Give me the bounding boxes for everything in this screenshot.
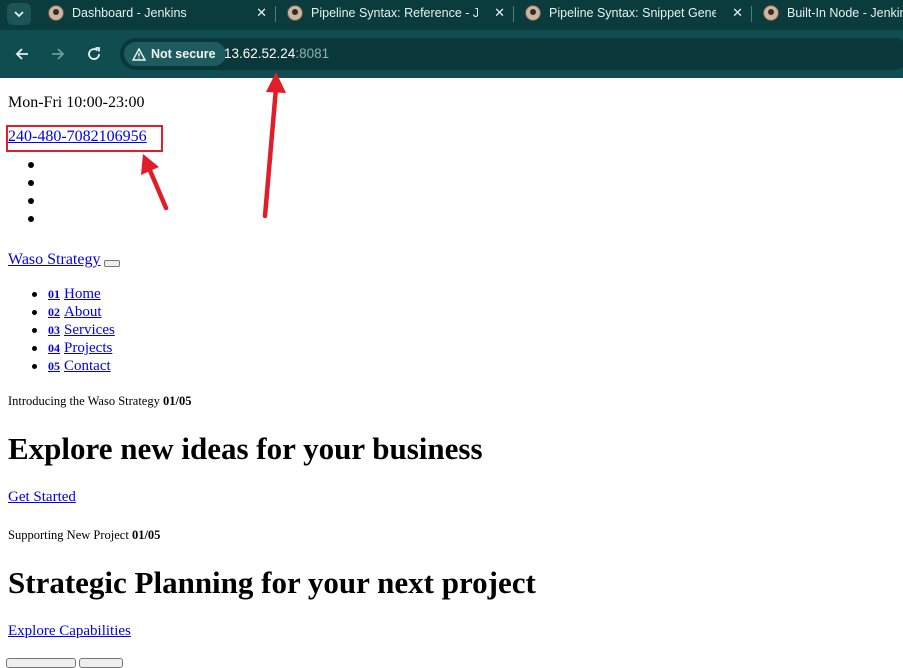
brand-row: Waso Strategy	[8, 251, 121, 269]
url-text[interactable]: 13.62.52.24:8081	[224, 46, 329, 61]
tab-title: Pipeline Syntax: Snippet Generator	[549, 6, 716, 20]
tab-separator	[513, 6, 514, 22]
jenkins-favicon-icon	[48, 5, 64, 21]
tab-built-in-node[interactable]: Built-In Node - Jenkins	[763, 0, 903, 26]
nav-item-home: 01 Home	[28, 285, 115, 303]
list-bullet	[28, 198, 34, 204]
business-hours: Mon-Fri 10:00-23:00	[8, 94, 145, 111]
warning-triangle-icon	[132, 47, 146, 61]
nav-label: Contact	[64, 358, 111, 374]
slide-kicker: Introducing the Waso Strategy 01/05	[8, 394, 191, 409]
slide-counter: 01/05	[131, 528, 161, 542]
close-icon[interactable]: ✕	[732, 5, 743, 21]
chevron-down-icon	[14, 11, 24, 18]
tab-separator	[275, 6, 276, 22]
tab-title: Built-In Node - Jenkins	[787, 6, 903, 20]
nav-number: 05	[48, 359, 60, 373]
nav-number: 01	[48, 287, 60, 301]
tab-search-menu[interactable]	[7, 3, 31, 25]
annotation-box	[6, 125, 163, 152]
slide-kicker-text: Supporting New Project	[8, 528, 129, 542]
tab-title: Pipeline Syntax: Reference - Jenkins	[311, 6, 478, 20]
annotation-arrow-phone	[141, 154, 169, 211]
list-bullet	[28, 216, 34, 222]
main-nav: 01 Home 02 About 03 Services 04 Projects 05 C…	[28, 285, 115, 375]
url-host: 13.62.52.24	[224, 46, 296, 61]
back-button[interactable]	[10, 42, 34, 66]
slide-heading: Explore new ideas for your business	[8, 431, 483, 466]
list-bullet	[28, 162, 34, 168]
jenkins-favicon-icon	[763, 5, 779, 21]
nav-item-contact: 05 Contact	[28, 357, 115, 375]
slide-counter: 01/05	[162, 394, 192, 408]
nav-link-home[interactable]: 01 Home	[48, 286, 101, 302]
annotation-arrow-url	[262, 72, 286, 219]
get-started-link[interactable]: Get Started	[8, 489, 76, 506]
tab-title: Dashboard - Jenkins	[72, 6, 187, 20]
nav-item-about: 02 About	[28, 303, 115, 321]
nav-item-services: 03 Services	[28, 321, 115, 339]
social-links-list	[28, 162, 34, 234]
brand-link[interactable]: Waso Strategy	[8, 251, 100, 269]
close-icon[interactable]: ✕	[494, 5, 505, 21]
nav-number: 03	[48, 323, 60, 337]
nav-link-projects[interactable]: 04 Projects	[48, 340, 112, 356]
nav-link-services[interactable]: 03 Services	[48, 322, 115, 338]
nav-label: Home	[64, 286, 101, 302]
address-bar[interactable]: Not secure 13.62.52.24:8081	[120, 38, 903, 70]
menu-toggle-button[interactable]	[104, 259, 121, 267]
tab-strip: Dashboard - Jenkins ✕ Pipeline Syntax: R…	[0, 0, 903, 30]
jenkins-favicon-icon	[287, 5, 303, 21]
nav-label: Projects	[64, 340, 113, 356]
slider-next-button[interactable]	[79, 658, 123, 668]
security-label: Not secure	[151, 47, 216, 61]
reload-icon	[88, 47, 100, 60]
close-icon[interactable]: ✕	[256, 5, 267, 21]
explore-capabilities-link[interactable]: Explore Capabilities	[8, 623, 131, 640]
tab-separator	[751, 6, 752, 22]
browser-toolbar: Not secure 13.62.52.24:8081	[0, 30, 903, 78]
nav-link-about[interactable]: 02 About	[48, 304, 102, 320]
nav-label: About	[64, 304, 102, 320]
nav-number: 04	[48, 341, 60, 355]
site-info-chip[interactable]: Not secure	[124, 42, 226, 66]
forward-button[interactable]	[46, 42, 70, 66]
back-arrow-icon	[15, 48, 28, 60]
url-port: :8081	[295, 46, 330, 61]
forward-arrow-icon	[52, 48, 65, 60]
nav-link-contact[interactable]: 05 Contact	[48, 358, 111, 374]
tab-pipeline-reference[interactable]: Pipeline Syntax: Reference - Jenkins ✕	[287, 0, 511, 26]
nav-item-projects: 04 Projects	[28, 339, 115, 357]
tab-dashboard[interactable]: Dashboard - Jenkins ✕	[48, 0, 273, 26]
slide-kicker-text: Introducing the Waso Strategy	[8, 394, 160, 408]
reload-button[interactable]	[82, 42, 106, 66]
slide-kicker: Supporting New Project 01/05	[8, 528, 160, 543]
jenkins-favicon-icon	[525, 5, 541, 21]
slide-heading: Strategic Planning for your next project	[8, 565, 536, 600]
nav-label: Services	[64, 322, 115, 338]
list-bullet	[28, 180, 34, 186]
tab-snippet-generator[interactable]: Pipeline Syntax: Snippet Generator ✕	[525, 0, 749, 26]
nav-number: 02	[48, 305, 60, 319]
slider-prev-button[interactable]	[6, 658, 76, 668]
